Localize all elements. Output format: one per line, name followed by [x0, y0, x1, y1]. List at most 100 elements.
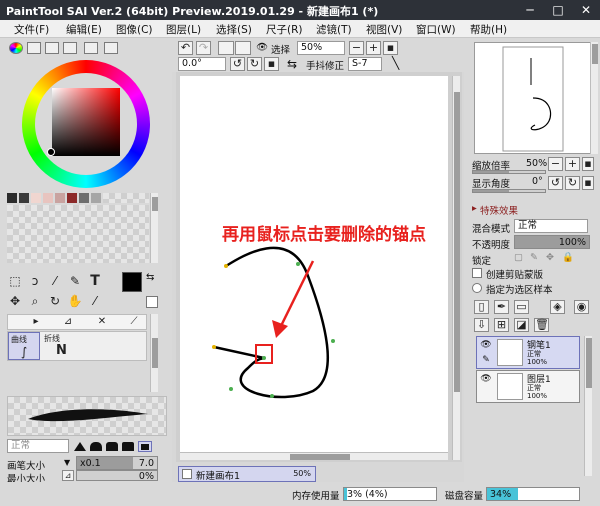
anchor-point[interactable]: [331, 339, 335, 343]
delete-anchor-icon[interactable]: ⊿: [60, 314, 76, 330]
min-size-slider[interactable]: 0%: [76, 470, 158, 482]
anchor-point-end[interactable]: [212, 345, 216, 349]
canvas-tab[interactable]: 新建画布1 50%: [178, 466, 316, 482]
anchor-point[interactable]: [296, 262, 300, 266]
layer-visibility-icon[interactable]: 👁: [479, 373, 493, 385]
anchor-point-target[interactable]: [262, 356, 266, 360]
mask-button[interactable]: ◉: [574, 300, 589, 314]
menu-image[interactable]: 图像(C): [116, 22, 153, 37]
lock-transparency-icon[interactable]: ▢: [514, 252, 523, 263]
palette-swatch[interactable]: [7, 193, 17, 203]
drawing-layer[interactable]: [180, 76, 448, 460]
rect-select-icon[interactable]: ⬚: [7, 273, 23, 289]
zoom-in-button[interactable]: +: [366, 41, 381, 55]
visibility-eye-icon[interactable]: 👁: [256, 42, 268, 53]
new-folder-button[interactable]: ▭: [514, 300, 529, 314]
effects-label[interactable]: 特殊效果: [480, 203, 518, 217]
menu-filter[interactable]: 滤镜(T): [316, 22, 352, 37]
lasso-icon[interactable]: ↄ: [27, 273, 43, 289]
menu-help[interactable]: 帮助(H): [470, 22, 507, 37]
anchor-point[interactable]: [229, 387, 233, 391]
zoom-reset-button[interactable]: ▪: [383, 41, 398, 55]
scratchpad-tab-icon[interactable]: [104, 42, 118, 54]
edit-anchor-icon[interactable]: ✕: [94, 314, 110, 330]
transfer-down-button[interactable]: ⇩: [474, 318, 489, 332]
size-dropdown-icon[interactable]: ▼: [64, 458, 70, 467]
magic-wand-icon[interactable]: ⁄: [47, 273, 63, 289]
palette-swatch[interactable]: [91, 193, 101, 203]
saturation-value-square[interactable]: [52, 88, 120, 156]
foreground-color[interactable]: [122, 272, 142, 292]
menu-view[interactable]: 视图(V): [366, 22, 402, 37]
zoom-out-button[interactable]: −: [349, 41, 364, 55]
background-color[interactable]: [146, 296, 158, 308]
lock-draw-icon[interactable]: ✎: [530, 252, 538, 263]
hsv-slider-tab-icon[interactable]: [45, 42, 59, 54]
nav-zoom-reset-button[interactable]: ▪: [582, 157, 594, 171]
lock-move-icon[interactable]: ✥: [546, 252, 554, 263]
brush-mode-select[interactable]: 正常: [7, 439, 69, 453]
rotate-right-button[interactable]: ↻: [247, 57, 262, 71]
lock-all-icon[interactable]: 🔒: [562, 252, 574, 263]
nav-zoom-slider[interactable]: [472, 170, 546, 174]
invert-selection-button[interactable]: [235, 41, 251, 55]
blend-mode-select[interactable]: 正常: [514, 219, 588, 233]
line-tool-icon[interactable]: ╲: [392, 56, 399, 70]
layer-visibility-icon[interactable]: 👁: [479, 339, 493, 351]
new-tool-layer-button[interactable]: ◈: [550, 300, 565, 314]
maximize-button[interactable]: □: [544, 0, 572, 20]
menu-layer[interactable]: 图层(L): [166, 22, 201, 37]
swap-colors-icon[interactable]: ⇆: [146, 272, 156, 284]
menu-window[interactable]: 窗口(W): [416, 22, 456, 37]
redo-button[interactable]: ↷: [196, 41, 211, 55]
delete-layer-button[interactable]: 🗑: [534, 318, 549, 332]
rotation-select[interactable]: 0.0°: [178, 57, 226, 71]
brush-size-slider[interactable]: x0.1 7.0: [76, 456, 158, 470]
curve-tool-button[interactable]: 曲线 ∫: [8, 332, 40, 360]
anchor-point-start[interactable]: [224, 264, 228, 268]
close-button[interactable]: ✕: [572, 0, 600, 20]
flip-canvas-icon[interactable]: ⇆: [287, 57, 297, 71]
tools-scrollbar[interactable]: [150, 314, 158, 392]
eyedropper-icon[interactable]: ⁄: [87, 293, 103, 309]
new-pen-layer-button[interactable]: ✒: [494, 300, 509, 314]
clear-layer-button[interactable]: ◪: [514, 318, 529, 332]
rotate-reset-button[interactable]: ▪: [264, 57, 279, 71]
anchor-point[interactable]: [270, 394, 274, 398]
color-picker-cursor[interactable]: [47, 148, 55, 156]
selection-source-radio[interactable]: [472, 283, 482, 293]
palette-swatch[interactable]: [43, 193, 53, 203]
navigator-preview[interactable]: [474, 42, 592, 154]
zoom-icon[interactable]: ⌕: [27, 293, 43, 309]
palette-swatch[interactable]: [55, 193, 65, 203]
merge-down-button[interactable]: ⊞: [494, 318, 509, 332]
layer-item-pen1[interactable]: 👁 ✎ 钢笔1 正常 100%: [476, 336, 580, 369]
undo-button[interactable]: ↶: [178, 41, 193, 55]
move-icon[interactable]: ✥: [7, 293, 23, 309]
nav-angle-slider[interactable]: [472, 189, 546, 193]
menu-ruler[interactable]: 尺子(R): [266, 22, 303, 37]
clip-mask-checkbox[interactable]: [472, 268, 482, 278]
palette-empty-slots[interactable]: [7, 205, 149, 263]
new-layer-button[interactable]: ▯: [474, 300, 489, 314]
selection-pen-icon[interactable]: ✎: [67, 273, 83, 289]
nav-zoom-out-button[interactable]: −: [548, 157, 563, 171]
opacity-slider[interactable]: 100%: [514, 235, 590, 249]
palette-swatch[interactable]: [31, 193, 41, 203]
nav-rotate-left-button[interactable]: ↺: [548, 176, 563, 190]
effects-toggle-icon[interactable]: ▸: [472, 203, 477, 214]
pen-tool-icon[interactable]: ▸: [28, 314, 44, 330]
canvas-horizontal-scrollbar[interactable]: [180, 452, 448, 460]
rotate-left-button[interactable]: ↺: [230, 57, 245, 71]
menu-edit[interactable]: 编辑(E): [66, 22, 102, 37]
brush-tip-shapes[interactable]: [72, 440, 158, 452]
deselect-button[interactable]: [218, 41, 234, 55]
pen-pressure-icon[interactable]: ⟋: [126, 314, 142, 330]
palette-scrollbar[interactable]: [150, 193, 158, 263]
navigator-scrollbar[interactable]: [590, 42, 598, 154]
rgb-slider-tab-icon[interactable]: [27, 42, 41, 54]
palette-swatch[interactable]: [79, 193, 89, 203]
polyline-tool-button[interactable]: 折线 N: [42, 332, 74, 360]
nav-rotate-right-button[interactable]: ↻: [565, 176, 580, 190]
canvas-vertical-scrollbar[interactable]: [452, 76, 460, 460]
